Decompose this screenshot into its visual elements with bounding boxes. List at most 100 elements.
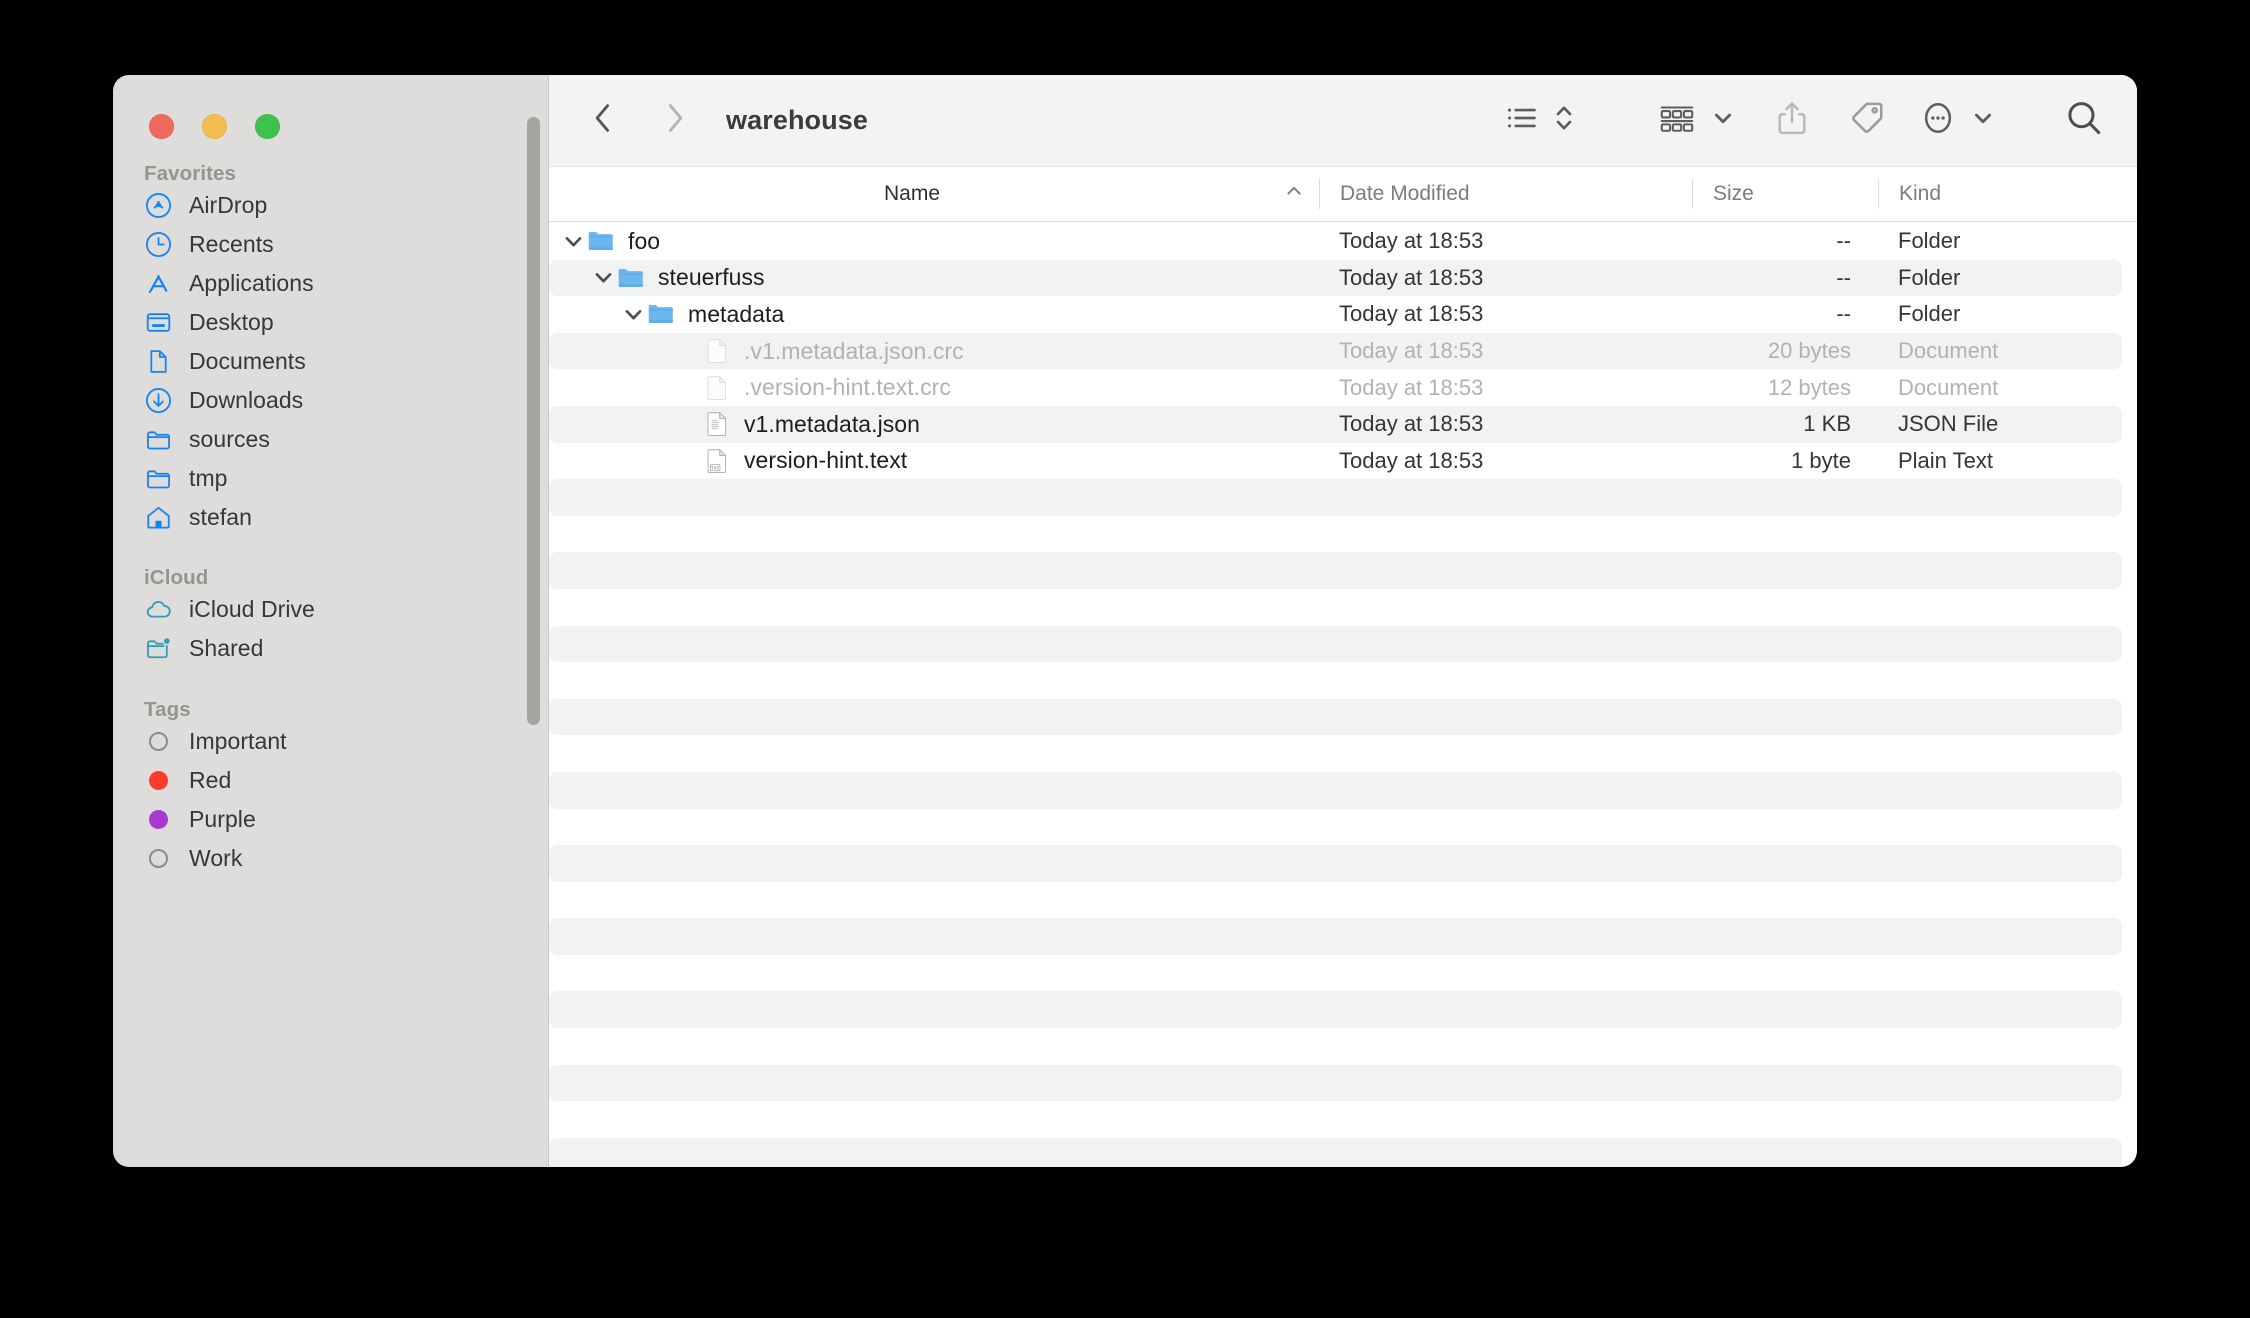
search-button[interactable] [2065, 95, 2103, 147]
page-title: warehouse [726, 105, 868, 135]
empty-row[interactable] [549, 991, 2122, 1028]
sidebar-item-label: Applications [189, 270, 314, 296]
table-row[interactable]: v1.metadata.json Today at 18:53 1 KB JSON F… [549, 405, 2122, 443]
sidebar-section-tags: Tags Important Red Purple Work [113, 698, 549, 878]
file-kind: Plain Text [1898, 447, 1993, 473]
empty-row[interactable] [549, 1028, 2122, 1065]
column-header-date-modified[interactable]: Date Modified [1320, 167, 1692, 221]
empty-row[interactable] [549, 735, 2122, 772]
table-row[interactable]: .v1.metadata.json.crc Today at 18:53 20 by… [549, 332, 2122, 370]
file-name-label: .version-hint.text.crc [744, 374, 951, 401]
sidebar-item-airdrop[interactable]: AirDrop [113, 186, 549, 225]
empty-row[interactable] [549, 809, 2122, 846]
sidebar-item-tag-purple[interactable]: Purple [113, 800, 549, 839]
sidebar-item-tag-important[interactable]: Important [113, 722, 549, 761]
sidebar-item-label: Purple [189, 806, 256, 832]
table-row[interactable]: steuerfuss Today at 18:53 -- Folder [549, 259, 2122, 297]
applications-icon [144, 270, 172, 298]
sidebar-section-favorites: Favorites AirDrop Recents Applications D… [113, 162, 549, 537]
sidebar-item-sources[interactable]: sources [113, 420, 549, 459]
svg-text:TXT: TXT [711, 465, 720, 470]
empty-row[interactable] [549, 552, 2122, 589]
add-tag-button[interactable] [1849, 95, 1885, 147]
sidebar-item-desktop[interactable]: Desktop [113, 303, 549, 342]
disclosure-chevron-down-icon[interactable] [590, 267, 616, 288]
empty-row[interactable] [549, 1101, 2122, 1138]
file-name-label: foo [628, 227, 661, 254]
tag-dot-icon [144, 728, 172, 756]
sidebar-item-tag-red[interactable]: Red [113, 761, 549, 800]
file-date-modified: Today at 18:53 [1339, 374, 1484, 400]
disclosure-chevron-down-icon[interactable] [560, 231, 586, 252]
file-name-cell: metadata [549, 301, 1319, 328]
table-row[interactable]: foo Today at 18:53 -- Folder [549, 223, 2122, 260]
sidebar-item-tmp[interactable]: tmp [113, 459, 549, 498]
sidebar-item-downloads[interactable]: Downloads [113, 381, 549, 420]
sidebar-section-title-icloud: iCloud [144, 566, 209, 589]
sidebar-item-icloud-drive[interactable]: iCloud Drive [113, 590, 549, 629]
empty-row[interactable] [549, 662, 2122, 699]
close-button[interactable] [149, 114, 174, 139]
sidebar-item-stefan[interactable]: stefan [113, 498, 549, 537]
disclosure-chevron-down-icon[interactable] [620, 304, 646, 325]
sidebar-item-label: stefan [189, 504, 252, 530]
list-view-button[interactable] [1505, 95, 1575, 147]
group-view-button[interactable] [1659, 95, 1733, 147]
chevron-down-icon [1713, 108, 1733, 133]
file-date-modified: Today at 18:53 [1339, 264, 1484, 290]
more-actions-button[interactable] [1921, 95, 1993, 147]
sidebar-item-shared[interactable]: Shared [113, 629, 549, 668]
sidebar-section-title-favorites: Favorites [144, 162, 237, 185]
empty-row[interactable] [549, 771, 2122, 809]
txt-doc-icon: TXT [702, 447, 732, 475]
empty-row[interactable] [549, 918, 2122, 955]
file-name-cell: TXT version-hint.text [549, 447, 1319, 475]
sidebar-item-documents[interactable]: Documents [113, 342, 549, 381]
empty-row[interactable] [549, 845, 2122, 882]
back-button[interactable] [579, 97, 627, 145]
file-list[interactable]: foo Today at 18:53 -- Folder steuerfuss Today… [549, 222, 2137, 1167]
empty-row[interactable] [549, 698, 2122, 736]
finder-window: Favorites AirDrop Recents Applications D… [113, 75, 2137, 1167]
file-date-modified: Today at 18:53 [1339, 301, 1484, 327]
sidebar-scrollbar[interactable] [527, 117, 540, 725]
share-icon [1775, 99, 1809, 142]
chevron-down-icon [1973, 108, 1993, 133]
empty-row[interactable] [549, 955, 2122, 992]
empty-row[interactable] [549, 1137, 2122, 1167]
empty-row[interactable] [549, 516, 2122, 553]
document-icon [144, 348, 172, 376]
table-row[interactable]: metadata Today at 18:53 -- Folder [549, 296, 2122, 333]
table-row[interactable]: TXT version-hint.text Today at 18:53 1 byte… [549, 443, 2122, 480]
sidebar-item-label: AirDrop [189, 192, 268, 218]
sidebar-item-applications[interactable]: Applications [113, 264, 549, 303]
window-controls [149, 114, 280, 139]
column-header-size[interactable]: Size [1693, 167, 1878, 221]
column-header-kind[interactable]: Kind [1879, 167, 2137, 221]
tag-dot-icon [144, 806, 172, 834]
share-button[interactable] [1775, 95, 1809, 147]
empty-row[interactable] [549, 625, 2122, 663]
sidebar-item-tag-work[interactable]: Work [113, 839, 549, 878]
sidebar-item-label: iCloud Drive [189, 596, 315, 622]
shared-folder-icon [144, 635, 172, 663]
empty-row[interactable] [549, 1064, 2122, 1102]
blank-doc-icon [702, 337, 732, 365]
empty-row[interactable] [549, 589, 2122, 626]
file-size: 12 bytes [1767, 374, 1851, 400]
group-view-icon [1659, 101, 1695, 140]
sidebar-item-label: Shared [189, 635, 264, 661]
zoom-button[interactable] [255, 114, 280, 139]
column-header-name[interactable]: Name [549, 167, 1319, 221]
file-date-modified: Today at 18:53 [1339, 228, 1484, 254]
empty-row[interactable] [549, 479, 2122, 516]
column-header-label: Kind [1899, 182, 1942, 205]
desktop-icon [144, 309, 172, 337]
empty-row[interactable] [549, 882, 2122, 919]
sidebar-item-recents[interactable]: Recents [113, 225, 549, 264]
sidebar-section-title-tags: Tags [144, 698, 191, 721]
column-header-label: Date Modified [1340, 182, 1470, 205]
minimize-button[interactable] [202, 114, 227, 139]
table-row[interactable]: .version-hint.text.crc Today at 18:53 12 b… [549, 369, 2122, 406]
forward-button[interactable] [651, 97, 699, 145]
